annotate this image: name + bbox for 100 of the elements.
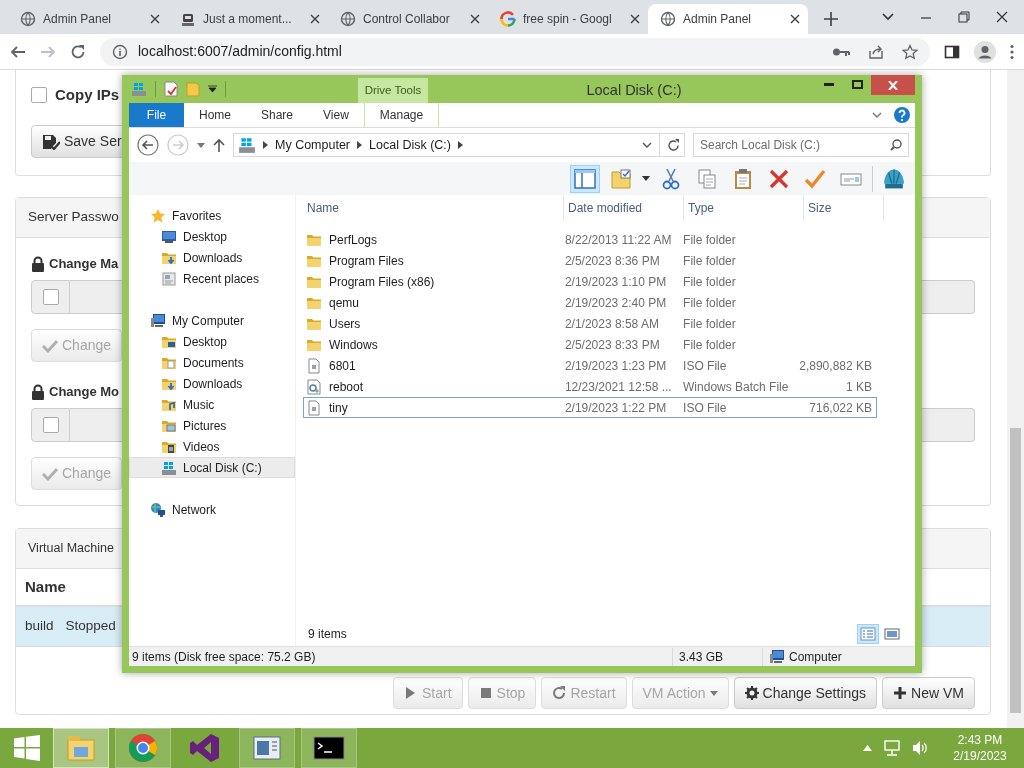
browser-tab[interactable]: Admin Panel xyxy=(8,4,168,34)
reload-icon[interactable] xyxy=(70,43,86,60)
nav-item[interactable]: Recent places xyxy=(129,268,295,289)
dropdown-icon[interactable] xyxy=(642,142,652,148)
nav-item[interactable]: Desktop xyxy=(129,226,295,247)
ribbon-tab[interactable]: Share xyxy=(246,103,309,127)
column-header[interactable]: Size xyxy=(804,195,884,221)
browser-tab[interactable]: Control Collabor xyxy=(328,4,488,34)
browser-tab[interactable]: free spin - Googl xyxy=(488,4,648,34)
new-tab-icon[interactable] xyxy=(824,12,838,26)
sidebar-icon[interactable] xyxy=(944,43,960,60)
scrollbar[interactable] xyxy=(1007,70,1024,728)
drive-icon xyxy=(161,459,177,476)
tray-caret-icon[interactable] xyxy=(863,745,872,751)
share-icon[interactable] xyxy=(868,43,884,60)
nav-item[interactable]: Local Disk (C:) xyxy=(129,457,295,478)
maximize-icon[interactable] xyxy=(851,80,863,89)
size-cell: 1 KB xyxy=(846,379,872,394)
restore-icon[interactable] xyxy=(958,11,970,23)
menu-icon[interactable] xyxy=(1010,43,1014,60)
ring-logo-icon xyxy=(500,11,516,27)
vm-button[interactable]: New VM xyxy=(882,677,975,709)
close-icon[interactable] xyxy=(470,14,480,24)
recent-caret-icon[interactable] xyxy=(197,142,205,148)
vm-button[interactable]: Change Settings xyxy=(733,677,878,709)
nav-item[interactable]: Music xyxy=(129,394,295,415)
taskbar-button[interactable] xyxy=(301,728,357,768)
search-icon xyxy=(890,139,902,151)
nav-item[interactable]: Downloads xyxy=(129,247,295,268)
file-row[interactable]: reboot 12/23/2021 12:58 ... Windows Batch File 1 KB xyxy=(303,376,877,397)
close-icon[interactable] xyxy=(996,11,1008,23)
caret-icon[interactable] xyxy=(642,176,650,181)
file-row[interactable]: Windows 2/5/2023 8:33 PM File folder xyxy=(303,334,877,355)
up-icon[interactable] xyxy=(213,138,225,152)
properties-icon[interactable] xyxy=(164,81,178,97)
ribbon-tab[interactable]: File xyxy=(129,103,184,127)
column-header[interactable]: Name xyxy=(303,195,564,221)
file-row[interactable]: Program Files (x86) 2/19/2023 1:10 PM File folder xyxy=(303,271,877,292)
monitor-icon xyxy=(161,228,177,245)
nav-item[interactable]: Pictures xyxy=(129,415,295,436)
close-icon[interactable] xyxy=(150,14,160,24)
file-row[interactable]: qemu 2/19/2023 2:40 PM File folder xyxy=(303,292,877,313)
gear-icon xyxy=(744,685,759,701)
close-icon[interactable] xyxy=(310,14,320,24)
start-icon[interactable] xyxy=(13,735,40,761)
section-heading: Change Mo xyxy=(49,383,120,402)
volume-icon[interactable] xyxy=(912,740,928,756)
column-header[interactable]: Type xyxy=(684,195,804,221)
star-icon xyxy=(150,207,166,224)
checkbox[interactable] xyxy=(31,87,47,103)
ribbon-tab[interactable]: Manage xyxy=(363,103,440,127)
computer-icon xyxy=(150,312,166,329)
folder-check-icon xyxy=(610,167,632,190)
file-row[interactable]: Users 2/1/2023 8:58 AM File folder xyxy=(303,313,877,334)
close-icon[interactable] xyxy=(630,14,640,24)
nav-item[interactable]: Desktop xyxy=(129,331,295,352)
info-icon[interactable] xyxy=(112,43,128,60)
nav-item[interactable]: My Computer xyxy=(129,310,295,331)
date-cell: 2/19/2023 2:40 PM xyxy=(564,295,667,310)
search-field[interactable]: Search Local Disk (C:) xyxy=(693,133,909,157)
tab-search-icon[interactable] xyxy=(882,13,894,21)
avatar-icon[interactable] xyxy=(974,40,996,63)
customize-icon[interactable] xyxy=(208,85,217,93)
breadcrumb-item[interactable]: My Computer xyxy=(275,135,351,155)
address-bar[interactable]: My Computer Local Disk (C:) xyxy=(233,133,685,157)
date-cell: 8/22/2013 11:22 AM xyxy=(564,232,672,247)
browser-tab[interactable]: Just a moment... xyxy=(168,4,328,34)
nav-item[interactable]: Network xyxy=(129,499,295,520)
expand-ribbon-icon[interactable] xyxy=(872,112,882,118)
ribbon-tab[interactable]: View xyxy=(308,103,364,127)
column-header[interactable]: Date modified xyxy=(564,195,684,221)
close-icon[interactable] xyxy=(790,14,800,24)
back-icon[interactable] xyxy=(137,134,159,156)
ribbon-tab[interactable]: Home xyxy=(184,103,246,127)
help-icon[interactable] xyxy=(894,107,910,123)
file-row[interactable]: Program Files 2/5/2023 8:36 PM File folder xyxy=(303,250,877,271)
gear-file-icon xyxy=(306,378,322,395)
url-field[interactable]: localhost:6007/admin/config.html xyxy=(138,41,342,62)
file-row[interactable]: tiny 2/19/2023 1:22 PM ISO File 716,022 KB xyxy=(303,397,877,418)
file-name: Windows xyxy=(329,336,378,354)
toolbar-button[interactable] xyxy=(570,164,600,193)
type-cell: File folder xyxy=(683,253,736,268)
nav-item[interactable]: Downloads xyxy=(129,373,295,394)
item-count: 9 items xyxy=(308,626,347,643)
breadcrumb-item[interactable]: Local Disk (C:) xyxy=(369,135,451,155)
file-row[interactable]: 6801 2/19/2023 1:23 PM ISO File 2,890,882 KB xyxy=(303,355,877,376)
type-cell: File folder xyxy=(683,316,736,331)
date-cell: 2/19/2023 1:23 PM xyxy=(564,358,667,373)
browser-tab[interactable]: Admin Panel xyxy=(648,4,808,34)
close-button[interactable] xyxy=(871,75,915,95)
date-cell: 2/1/2023 8:58 AM xyxy=(564,316,659,331)
file-row[interactable]: PerfLogs 8/22/2013 11:22 AM File folder xyxy=(303,229,877,250)
refresh-icon[interactable] xyxy=(667,138,680,152)
nav-item[interactable]: Favorites xyxy=(129,205,295,226)
nav-item[interactable]: Videos xyxy=(129,436,295,457)
network-icon[interactable] xyxy=(884,740,900,756)
type-cell: File folder xyxy=(683,337,736,352)
nav-item[interactable]: Documents xyxy=(129,352,295,373)
back-icon[interactable] xyxy=(10,43,26,60)
star-icon[interactable] xyxy=(902,43,918,60)
